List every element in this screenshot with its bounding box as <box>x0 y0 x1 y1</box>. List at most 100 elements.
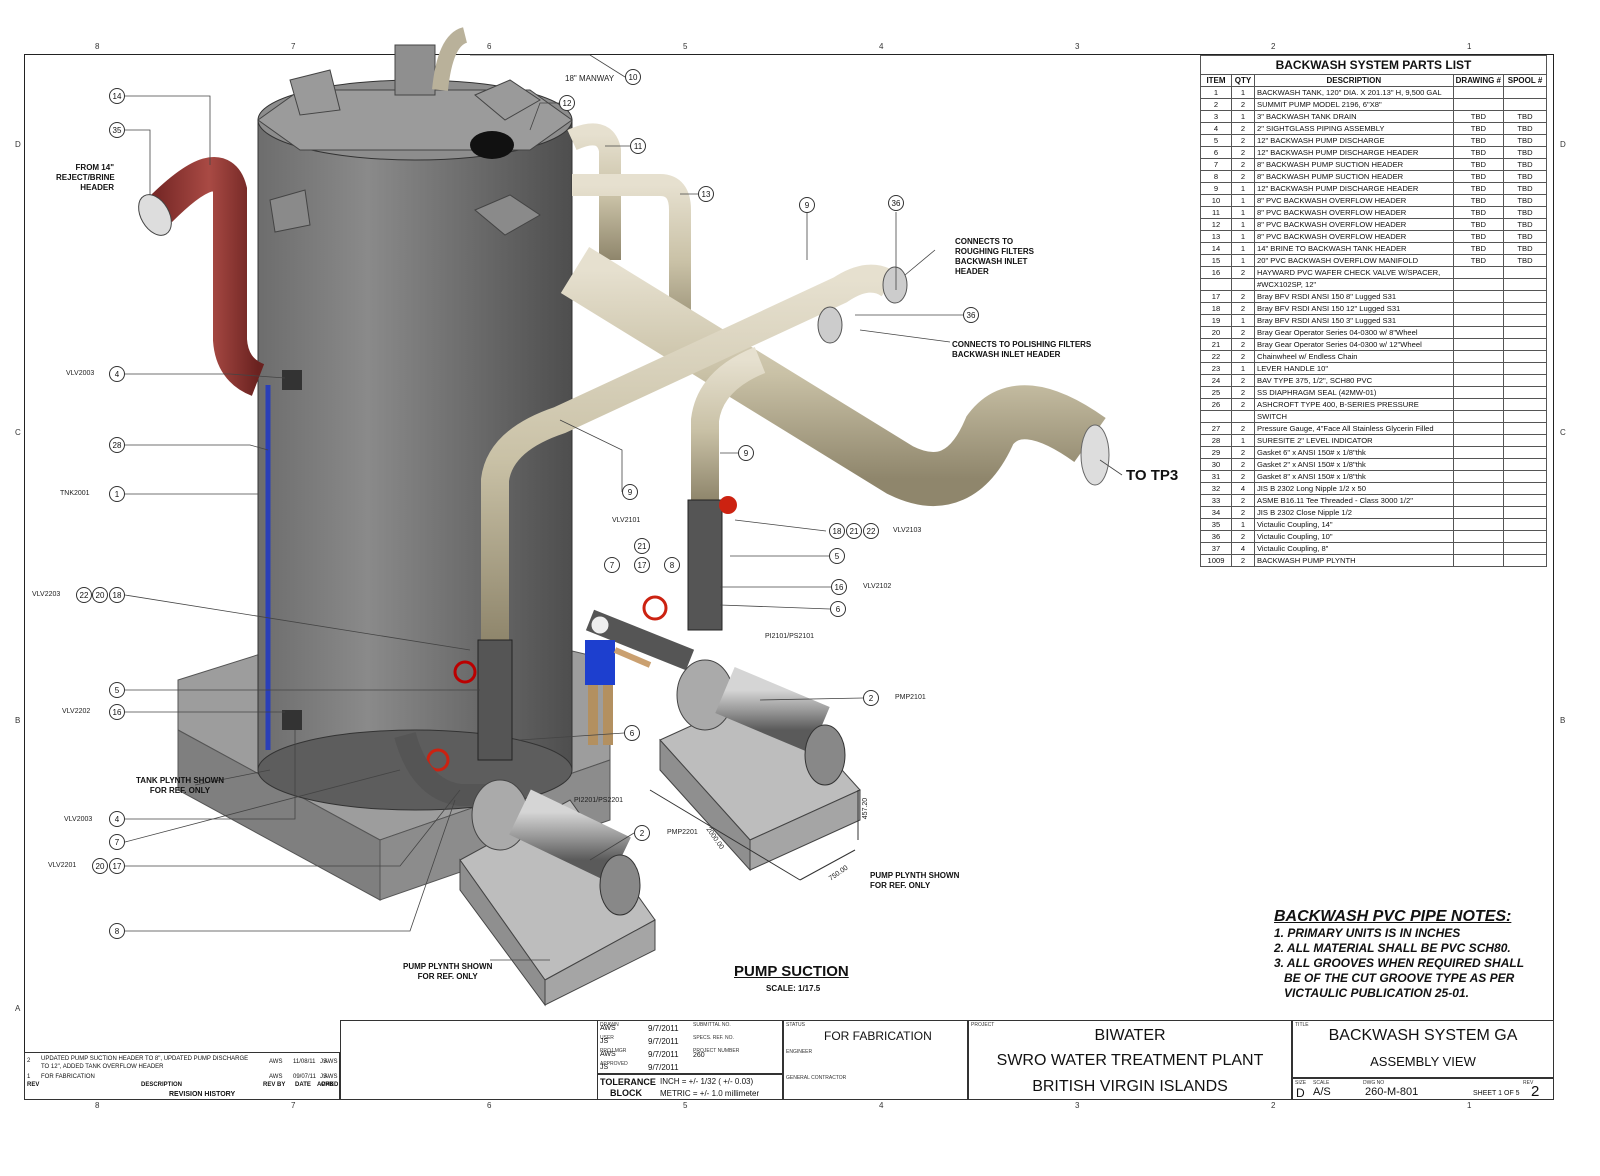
parts-cell: 26 <box>1200 398 1232 411</box>
callout-2: 2 <box>634 825 650 841</box>
parts-cell: 25 <box>1200 386 1232 399</box>
col-spool: SPOOL # <box>1503 74 1547 87</box>
callout-14: 14 <box>109 88 125 104</box>
pipe-note-1: 1. PRIMARY UNITS IS IN INCHES <box>1274 926 1461 940</box>
parts-cell: 8 <box>1200 170 1232 183</box>
parts-cell: TBD <box>1503 254 1547 267</box>
dwg-number: 260-M-801 <box>1365 1086 1419 1098</box>
parts-cell: TBD <box>1503 182 1547 195</box>
parts-row: 4 2 2" SIGHTGLASS PIPING ASSEMBLY TBD TBD <box>1200 122 1547 135</box>
parts-cell <box>1452 302 1505 315</box>
parts-cell <box>1503 398 1547 411</box>
callout-4: 4 <box>109 811 125 827</box>
revision-history: 2 UPDATED PUMP SUCTION HEADER TO 8", UPD… <box>24 1052 340 1100</box>
parts-cell: 4 <box>1231 482 1255 495</box>
status-label: STATUS <box>786 1022 805 1028</box>
parts-cell: 4 <box>1200 122 1232 135</box>
parts-cell: 27 <box>1200 422 1232 435</box>
manway-label: 18" MANWAY <box>565 74 615 83</box>
parts-cell: SURESITE 2" LEVEL INDICATOR <box>1254 434 1454 447</box>
parts-cell: 2 <box>1231 122 1255 135</box>
parts-row: 7 2 8" BACKWASH PUMP SUCTION HEADER TBD TBD <box>1200 158 1547 171</box>
drawn-by: AWS <box>600 1025 616 1032</box>
parts-cell: Bray BFV RSDI ANSI 150 12" Lugged S31 <box>1254 302 1454 315</box>
rev-2-by: AWS <box>269 1059 283 1065</box>
parts-cell <box>1503 422 1547 435</box>
to-tp3-label: TO TP3 <box>1126 467 1179 484</box>
from-reject-line-3: HEADER <box>80 183 114 192</box>
parts-row: 6 2 12" BACKWASH PUMP DISCHARGE HEADER TBD T… <box>1200 146 1547 159</box>
parts-cell: #WCX102SP, 12" <box>1254 278 1454 291</box>
pump-plynth-note-right: PUMP PLYNTH SHOWN FOR REF. ONLY <box>870 871 959 891</box>
tag-vlv2203: VLV2203 <box>32 591 61 598</box>
tag-vlv2201: VLV2201 <box>48 862 77 869</box>
proj-mgr-date: 9/7/2011 <box>648 1050 679 1059</box>
parts-cell: 2 <box>1231 158 1255 171</box>
project-line-2: SWRO WATER TREATMENT PLANT <box>996 1052 1264 1069</box>
parts-cell: 1 <box>1231 518 1255 531</box>
pipe-note-4: BE OF THE CUT GROOVE TYPE AS PER <box>1274 971 1515 985</box>
parts-cell: Victaulic Coupling, 14" <box>1254 518 1454 531</box>
proj-mgr: AWS <box>600 1051 616 1058</box>
parts-cell: 8" BACKWASH PUMP SUCTION HEADER <box>1254 170 1454 183</box>
parts-row: #WCX102SP, 12" <box>1200 278 1547 291</box>
parts-cell: 18 <box>1200 302 1232 315</box>
parts-cell: 2 <box>1231 386 1255 399</box>
parts-cell <box>1452 494 1505 507</box>
parts-cell: 7 <box>1200 158 1232 171</box>
parts-cell <box>1231 278 1255 291</box>
pump-plynth-note-left: PUMP PLYNTH SHOWN FOR REF. ONLY <box>403 962 492 982</box>
roughing-line-4: HEADER <box>955 267 989 276</box>
parts-cell: 30 <box>1200 458 1232 471</box>
tag-vlv2003-top: VLV2003 <box>66 370 95 377</box>
parts-cell: 2 <box>1231 494 1255 507</box>
parts-cell <box>1503 458 1547 471</box>
callout-8: 8 <box>664 557 680 573</box>
parts-cell: 12" BACKWASH PUMP DISCHARGE HEADER <box>1254 182 1454 195</box>
parts-cell: 9 <box>1200 182 1232 195</box>
status-cell: STATUS FOR FABRICATION ENGINEER GENERAL … <box>783 1020 968 1100</box>
parts-cell: TBD <box>1503 230 1547 243</box>
parts-row: 34 2 JIS B 2302 Close Nipple 1/2 <box>1200 506 1547 519</box>
specs-label: SPECS. REF. NO. <box>693 1035 734 1041</box>
parts-cell: ASME B16.11 Tee Threaded - Class 3000 1/… <box>1254 494 1454 507</box>
parts-row: 15 1 20" PVC BACKWASH OVERFLOW MANIFOLD TBD… <box>1200 254 1547 267</box>
parts-cell: 23 <box>1200 362 1232 375</box>
parts-cell <box>1503 374 1547 387</box>
parts-cell: TBD <box>1452 230 1505 243</box>
parts-cell: 2 <box>1231 290 1255 303</box>
tag-vlv2101: VLV2101 <box>612 517 641 524</box>
parts-cell: BACKWASH TANK, 120" DIA. X 201.13" H, 9,… <box>1254 86 1454 99</box>
polishing-line-1: CONNECTS TO POLISHING FILTERS <box>952 340 1092 349</box>
parts-cell: 2 <box>1200 98 1232 111</box>
pipe-note-5: VICTAULIC PUBLICATION 25-01. <box>1274 986 1469 1000</box>
parts-cell: 2 <box>1231 506 1255 519</box>
parts-cell <box>1452 410 1505 423</box>
size-value: D <box>1296 1086 1305 1100</box>
rev-1-appd: JS <box>320 1074 328 1080</box>
pump-plynth-left-line-2: FOR REF. ONLY <box>417 972 478 981</box>
parts-row: 25 2 SS DIAPHRAGM SEAL (42MW-01) <box>1200 386 1547 399</box>
callout-7: 7 <box>109 834 125 850</box>
parts-cell: 1 <box>1231 242 1255 255</box>
parts-cell: 34 <box>1200 506 1232 519</box>
callout-7: 7 <box>604 557 620 573</box>
parts-cell <box>1452 350 1505 363</box>
roughing-filters-note: CONNECTS TO ROUGHING FILTERS BACKWASH IN… <box>955 237 1034 277</box>
parts-cell: 2 <box>1231 470 1255 483</box>
tolerance-label: TOLERANCE <box>600 1077 656 1087</box>
title-cell: TITLE BACKWASH SYSTEM GA ASSEMBLY VIEW <box>1292 1020 1554 1078</box>
project-cell: PROJECT BIWATER SWRO WATER TREATMENT PLA… <box>968 1020 1292 1100</box>
parts-cell <box>1452 530 1505 543</box>
parts-cell <box>1452 506 1505 519</box>
parts-cell: Bray Gear Operator Series 04-0300 w/ 8"W… <box>1254 326 1454 339</box>
project-number: 260 <box>693 1052 705 1059</box>
parts-cell: BACKWASH PUMP PLYNTH <box>1254 554 1454 567</box>
parts-cell: 2 <box>1231 302 1255 315</box>
parts-cell: 24 <box>1200 374 1232 387</box>
parts-cell: Victaulic Coupling, 8" <box>1254 542 1454 555</box>
tag-vlv2102: VLV2102 <box>863 583 892 590</box>
parts-cell <box>1452 362 1505 375</box>
parts-cell: Victaulic Coupling, 10" <box>1254 530 1454 543</box>
parts-cell: 2 <box>1231 554 1255 567</box>
